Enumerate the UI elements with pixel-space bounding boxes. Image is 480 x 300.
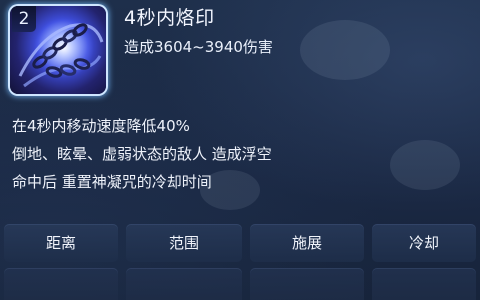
- skill-tooltip-panel: 2 4秒内烙印 造成3604~3940伤害 在4秒内移动速度降低40% 倒地、眩…: [0, 0, 480, 300]
- skill-description: 在4秒内移动速度降低40% 倒地、眩晕、虚弱状态的敌人 造成浮空 命中后 重置神…: [12, 112, 272, 196]
- skill-level-badge: 2: [12, 6, 36, 32]
- stat-header-cooldown: 冷却: [372, 224, 476, 262]
- stat-header-area: 范围: [126, 224, 242, 262]
- stat-value-range: [4, 268, 118, 300]
- skill-name: 4秒内烙印: [124, 7, 215, 29]
- skill-damage-text: 造成3604~3940伤害: [124, 38, 273, 56]
- frost-decoration: [300, 20, 390, 80]
- stat-value-area: [126, 268, 242, 300]
- description-line: 在4秒内移动速度降低40%: [12, 117, 190, 135]
- stat-header-range: 距离: [4, 224, 118, 262]
- stat-value-cooldown: [372, 268, 476, 300]
- description-line: 倒地、眩晕、虚弱状态的敌人 造成浮空: [12, 145, 272, 163]
- chain-whirl-skill-icon[interactable]: 2: [10, 6, 106, 94]
- frost-decoration: [390, 140, 460, 190]
- description-line: 命中后 重置神凝咒的冷却时间: [12, 173, 212, 191]
- stat-header-cast: 施展: [250, 224, 364, 262]
- stat-value-cast: [250, 268, 364, 300]
